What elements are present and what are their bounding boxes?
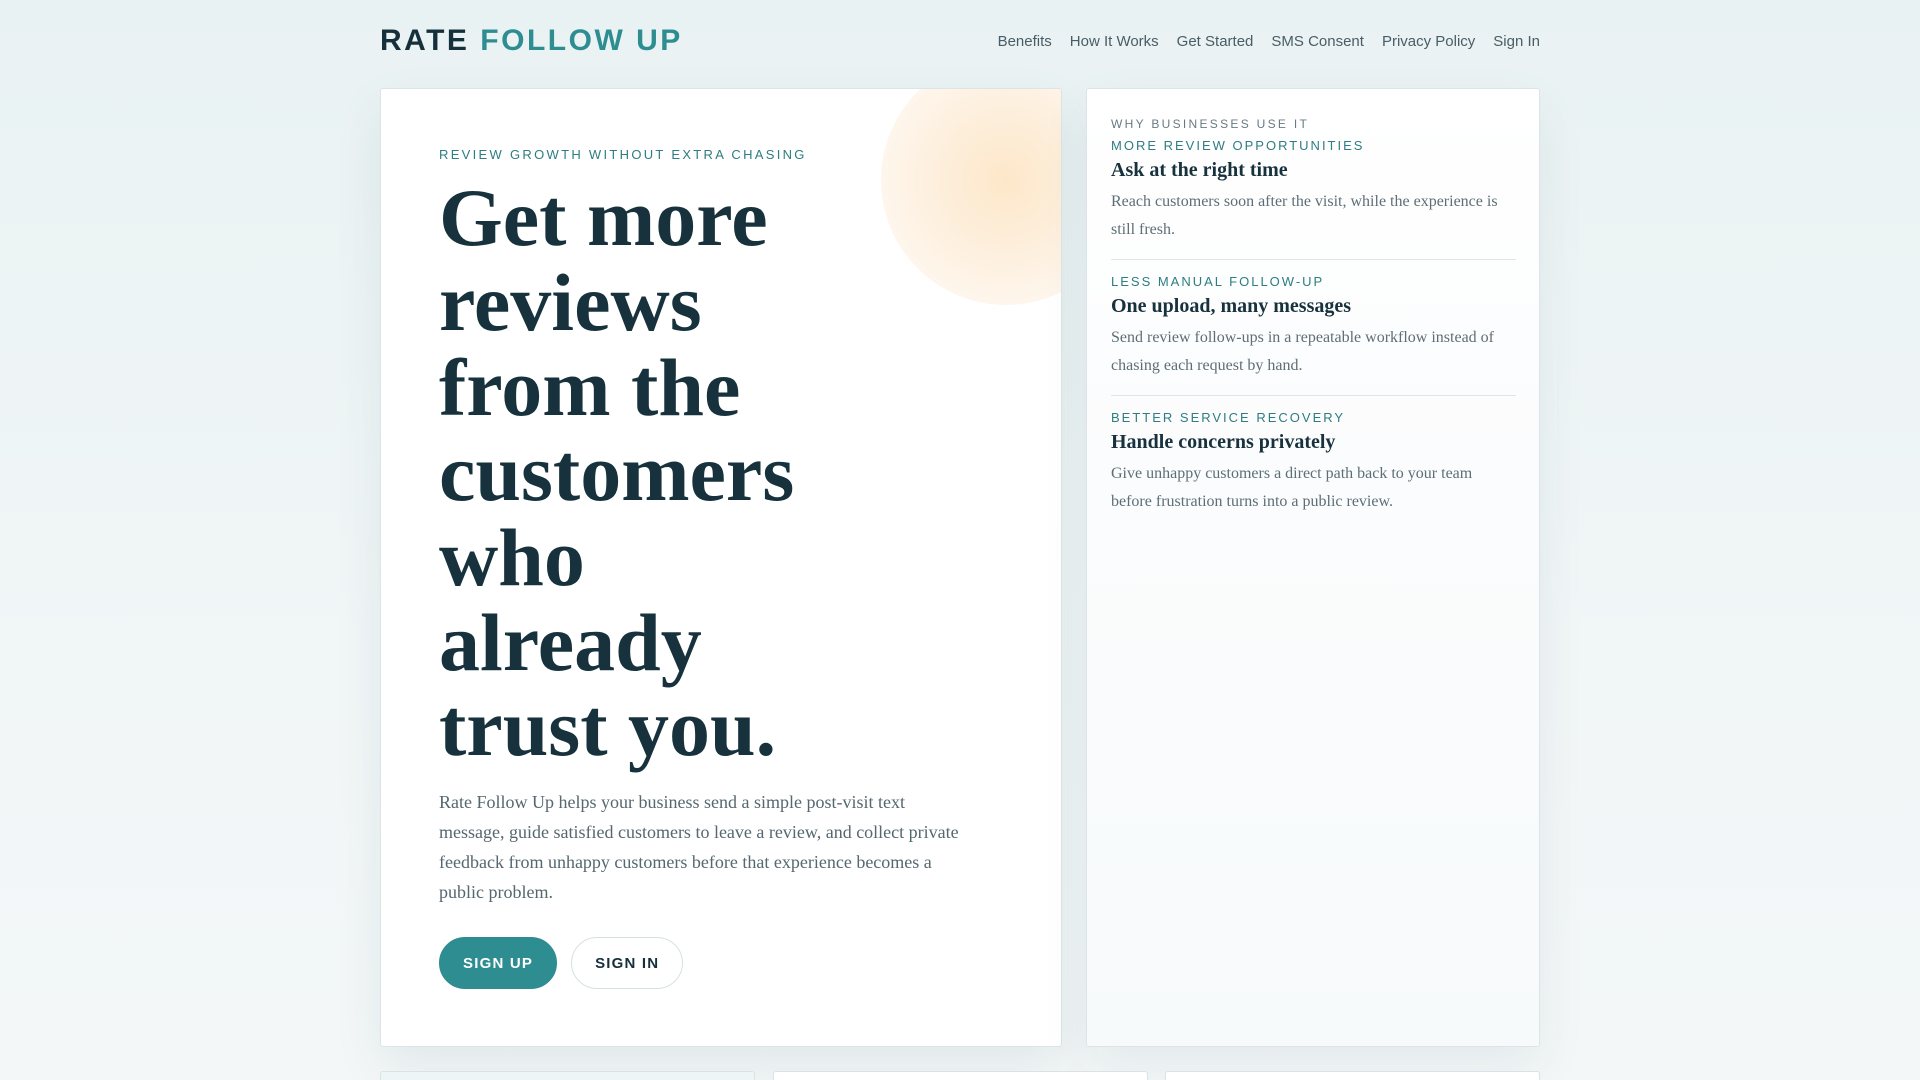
nav-link-benefits[interactable]: Benefits: [998, 33, 1052, 50]
benefit-tag: BETTER SERVICE RECOVERY: [1111, 410, 1346, 425]
hero-eyebrow: REVIEW GROWTH WITHOUT EXTRA CHASING: [439, 147, 807, 162]
nav-link-sms-consent[interactable]: SMS Consent: [1271, 33, 1364, 50]
brand-logo[interactable]: RATE FOLLOW UP: [380, 24, 683, 58]
sign-in-button[interactable]: SIGN IN: [571, 937, 684, 989]
hero-actions: SIGN UP SIGN IN: [439, 937, 684, 989]
benefit-tag: LESS MANUAL FOLLOW-UP: [1111, 274, 1325, 289]
sign-up-button[interactable]: SIGN UP: [439, 937, 558, 989]
benefit-item: BETTER SERVICE RECOVERY Handle concerns …: [1111, 410, 1516, 516]
page: RATE FOLLOW UP Benefits How It Works Get…: [0, 0, 1920, 1080]
benefit-item: LESS MANUAL FOLLOW-UP One upload, many m…: [1111, 274, 1516, 380]
benefit-description: Reach customers soon after the visit, wh…: [1111, 193, 1498, 238]
nav-link-sign-in[interactable]: Sign In: [1493, 33, 1540, 50]
benefit-title: Ask at the right time: [1111, 159, 1288, 181]
decorative-glow: [881, 89, 1061, 305]
site-header: RATE FOLLOW UP Benefits How It Works Get…: [380, 18, 1540, 64]
benefit-description: Give unhappy customers a direct path bac…: [1111, 465, 1473, 510]
benefit-divider: [1111, 259, 1516, 260]
nav-link-get-started[interactable]: Get Started: [1177, 33, 1254, 50]
benefit-title: Handle concerns privately: [1111, 431, 1336, 453]
benefit-description: Send review follow-ups in a repeatable w…: [1111, 329, 1494, 374]
section-card-peek: [773, 1071, 1148, 1080]
section-card-peek: [1165, 1071, 1540, 1080]
brand-word-follow-up: FOLLOW UP: [480, 24, 683, 57]
section-card-peek: [380, 1071, 755, 1080]
main-nav: Benefits How It Works Get Started SMS Co…: [998, 33, 1540, 50]
nav-link-how-it-works[interactable]: How It Works: [1070, 33, 1159, 50]
benefits-card: WHY BUSINESSES USE IT MORE REVIEW OPPORT…: [1086, 88, 1540, 1047]
hero-card: REVIEW GROWTH WITHOUT EXTRA CHASING Get …: [380, 88, 1062, 1047]
hero-lead-text: Rate Follow Up helps your business send …: [439, 792, 959, 902]
nav-link-privacy-policy[interactable]: Privacy Policy: [1382, 33, 1475, 50]
brand-word-rate: RATE: [380, 24, 470, 57]
benefit-title: One upload, many messages: [1111, 295, 1352, 317]
hero-headline: Get more reviews from the customers who …: [439, 172, 795, 773]
benefit-item: MORE REVIEW OPPORTUNITIES Ask at the rig…: [1111, 138, 1516, 244]
benefit-divider: [1111, 395, 1516, 396]
benefit-tag: MORE REVIEW OPPORTUNITIES: [1111, 138, 1365, 153]
benefits-eyebrow: WHY BUSINESSES USE IT: [1111, 117, 1310, 131]
